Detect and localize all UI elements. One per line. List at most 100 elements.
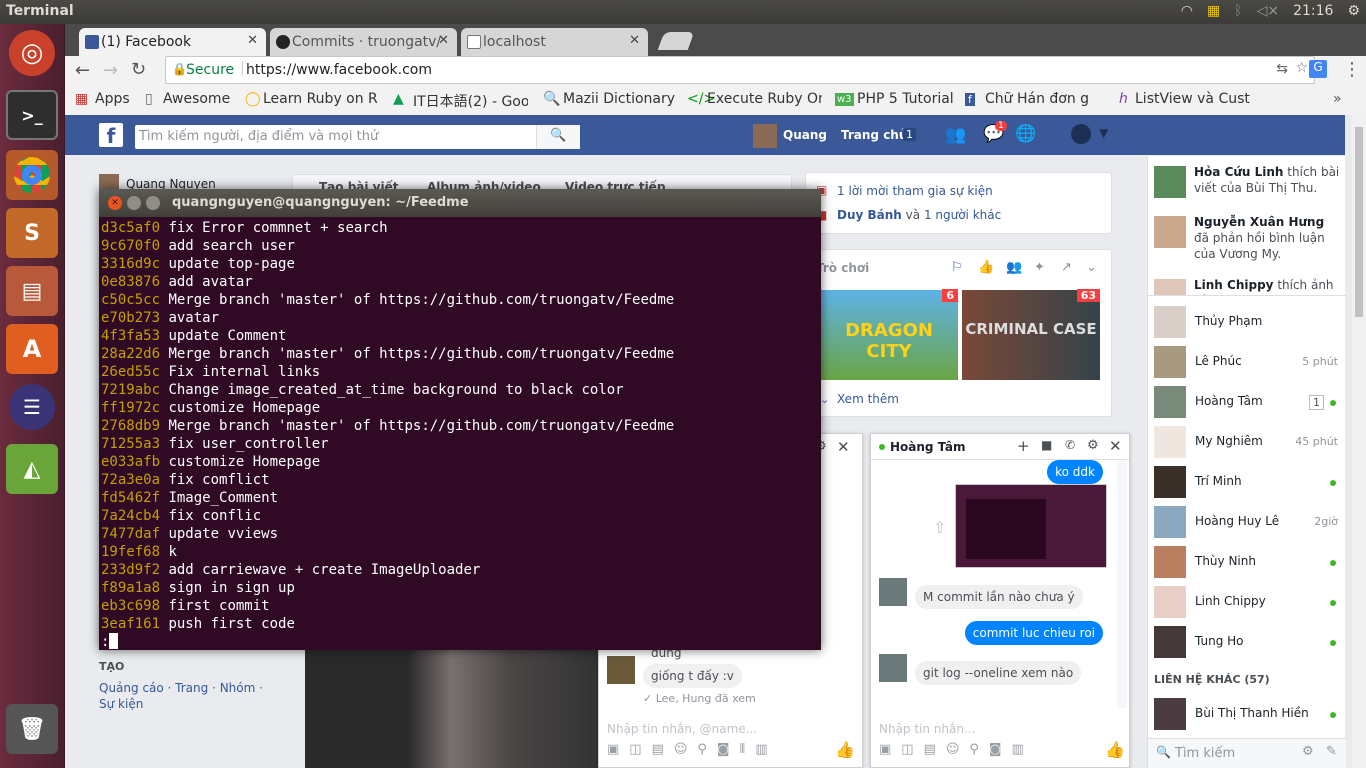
gear-icon[interactable]: ⚙ [1087, 438, 1099, 453]
address-bar[interactable]: 🔒 Secure | https://www.facebook.com ⇆ ☆ [165, 56, 1315, 84]
chat-input[interactable]: Nhập tin nhắn, @name... [607, 722, 757, 736]
more-bookmarks-icon[interactable]: » [1333, 91, 1342, 107]
contact-item[interactable]: Thủy Phạm [1154, 304, 1344, 342]
minimize-window-icon[interactable] [127, 196, 141, 210]
bookmark-listview[interactable]: ListView và Cust [1135, 91, 1255, 107]
help-icon[interactable] [1071, 124, 1091, 144]
video-call-icon[interactable]: ■ [1041, 438, 1052, 452]
close-icon[interactable]: ✕ [837, 438, 850, 456]
game-tile-dragon-city[interactable]: DRAGON CITY 6 [820, 289, 958, 380]
apps-grid-icon[interactable]: ▦ [75, 91, 88, 107]
star-icon[interactable]: ✦ [1034, 260, 1045, 275]
tab-localhost[interactable]: localhost ✕ [461, 28, 648, 56]
notifications-globe-icon[interactable]: 🌐 [1015, 124, 1036, 144]
like-icon[interactable]: 👍 [1105, 740, 1125, 759]
scrollbar-thumb[interactable] [1355, 127, 1363, 317]
ticker-item[interactable]: Nguyễn Xuân Hưng đã phản hồi bình luận c… [1154, 214, 1342, 262]
user-avatar[interactable] [753, 124, 777, 148]
bluetooth-icon[interactable]: ᛒ [1234, 3, 1242, 19]
shared-screenshot-image[interactable] [955, 484, 1107, 568]
bookmark-learn-ruby[interactable]: Learn Ruby on Ra [263, 91, 378, 107]
new-tab-button[interactable] [657, 32, 695, 50]
chat-toolbar-icons[interactable]: ▣◫▤☺⚲◙⦀▥ [607, 742, 778, 757]
bookmark-it-nihongo[interactable]: IT日本語(2) - Goo [413, 91, 528, 111]
bookmark-star-icon[interactable]: ☆ [1295, 60, 1308, 76]
feed-video-post[interactable] [305, 650, 598, 768]
compose-icon[interactable]: ✎ [1326, 744, 1337, 759]
see-more-games-link[interactable]: Xem thêm [837, 392, 899, 406]
tab-github-commits[interactable]: Commits · truongatv/ ✕ [270, 28, 457, 56]
share-icon[interactable]: ⇧ [933, 518, 946, 537]
contact-item[interactable]: Thùy Ninh [1154, 544, 1344, 582]
game-tile-criminal-case[interactable]: CRIMINAL CASE 63 [962, 289, 1100, 380]
back-icon[interactable]: ← [75, 60, 90, 81]
bookmark-chu-han[interactable]: Chữ Hán đơn g [985, 91, 1100, 107]
contact-item[interactable]: Lê Phúc 5 phút [1154, 344, 1344, 382]
birthday-name[interactable]: Duy Bánh [837, 208, 902, 222]
contact-item[interactable]: Tung Ho [1154, 624, 1344, 662]
share-icon[interactable]: ↗ [1061, 260, 1072, 275]
friend-requests-icon[interactable]: 👥 [945, 125, 966, 145]
like-icon[interactable]: 👍 [835, 740, 855, 759]
close-tab-icon[interactable]: ✕ [629, 33, 640, 48]
ticker-item[interactable]: Linh Chippy thích ảnh của [1154, 277, 1342, 295]
translate-icon[interactable]: ⇆ [1276, 61, 1288, 77]
trash-launcher-icon[interactable]: 🗑 [6, 704, 58, 754]
contact-item[interactable]: My Nghiêm 45 phút [1154, 424, 1344, 462]
event-invite-link[interactable]: 1 lời mời tham gia sự kiện [837, 184, 993, 198]
create-links[interactable]: Quảng cáo · Trang · Nhóm · Sự kiện [99, 680, 274, 712]
chrome-menu-icon[interactable]: ⋮ [1343, 59, 1361, 80]
terminal-prompt[interactable]: : [101, 633, 819, 651]
gear-icon[interactable]: ⚙ [1302, 744, 1314, 759]
ubuntu-dash-icon[interactable]: ◎ [9, 30, 55, 76]
search-button[interactable]: 🔍 [536, 125, 580, 149]
contact-item[interactable]: Hoàng Huy Lê 2giờ [1154, 504, 1344, 542]
bookmark-awesome[interactable]: Awesome [163, 91, 230, 107]
chat-toolbar-icons[interactable]: ▣◫▤☺⚲◙▥ [879, 742, 1034, 757]
phone-icon[interactable]: ✆ [1065, 438, 1075, 452]
chat-input[interactable]: Nhập tin nhắn... [879, 722, 975, 736]
close-tab-icon[interactable]: ✕ [438, 33, 449, 48]
contact-item[interactable]: Bùi Thị Thanh Hiền [1154, 696, 1344, 734]
wifi-icon[interactable]: ◠ [1181, 3, 1193, 19]
bookmark-execute-ruby[interactable]: Execute Ruby On [707, 91, 822, 107]
close-window-icon[interactable]: ✕ [108, 196, 122, 210]
friends-icon[interactable]: 👥 [1006, 260, 1022, 275]
clock[interactable]: 21:16 [1293, 3, 1333, 19]
terminal-window[interactable]: ✕ quangnguyen@quangnguyen: ~/Feedme d3c5… [99, 189, 821, 650]
close-icon[interactable]: ✕ [1109, 437, 1122, 455]
settings-gear-icon[interactable]: ⚙ [1347, 3, 1360, 19]
google-translate-extension-icon[interactable]: G [1309, 60, 1327, 78]
chat-header[interactable]: Hoàng Tâm + ■ ✆ ⚙ ✕ [871, 434, 1129, 460]
forward-icon[interactable]: → [103, 60, 118, 81]
facebook-logo-icon[interactable]: f [99, 123, 123, 148]
like-icon[interactable]: 👍 [978, 260, 994, 275]
bookmark-icon[interactable]: ⚐ [951, 260, 963, 275]
chat-scrollbar[interactable] [1117, 460, 1127, 708]
bookmark-apps[interactable]: Apps [95, 91, 130, 107]
bookmark-mazii-dictionary[interactable]: Mazii Dictionary [563, 91, 675, 107]
contact-item[interactable]: Linh Chippy [1154, 584, 1344, 622]
chrome-launcher-icon[interactable] [6, 150, 58, 200]
birthday-others[interactable]: 1 người khác [924, 208, 1001, 222]
reload-icon[interactable]: ↻ [131, 59, 146, 80]
add-people-icon[interactable]: + [1017, 437, 1030, 455]
profile-link[interactable]: Quang [783, 128, 827, 142]
terminal-output[interactable]: d3c5af0 fix Error commnet + search 9c670f… [101, 219, 819, 651]
ticker-item[interactable]: Hỏa Cứu Linh thích bài viết của Bùi Thị … [1154, 164, 1342, 198]
page-scrollbar[interactable] [1352, 115, 1366, 768]
maximize-window-icon[interactable] [146, 196, 160, 210]
sublime-launcher-icon[interactable]: S [6, 208, 58, 258]
chevron-down-icon[interactable]: ⌄ [1086, 260, 1097, 275]
tab-facebook[interactable]: (1) Facebook ✕ [79, 28, 266, 56]
terminal-launcher-icon[interactable]: >_ [6, 90, 58, 140]
facebook-search-input[interactable]: Tìm kiếm người, địa điểm và mọi thứ 🔍 [135, 125, 580, 149]
android-studio-launcher-icon[interactable]: ◭ [6, 444, 58, 494]
account-menu-chevron-down-icon[interactable]: ▼ [1099, 126, 1108, 140]
chat-title[interactable]: Hoàng Tâm [890, 440, 966, 454]
chat-search-bar[interactable]: 🔍 Tìm kiếm ⚙ ✎ [1148, 738, 1346, 768]
contact-item[interactable]: Trí Minh [1154, 464, 1344, 502]
contact-item[interactable]: Hoàng Tâm 1 [1154, 384, 1344, 422]
close-tab-icon[interactable]: ✕ [247, 33, 258, 48]
volume-icon[interactable]: ◁× [1257, 3, 1280, 19]
